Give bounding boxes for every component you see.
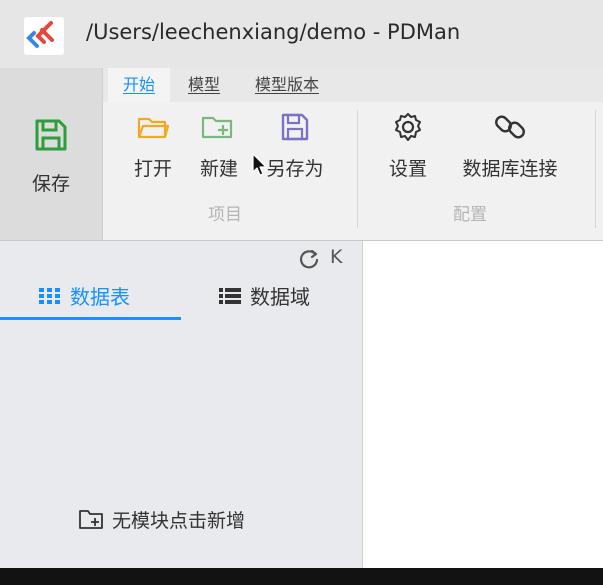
- settings-button[interactable]: 设置: [383, 110, 433, 181]
- refresh-icon[interactable]: [298, 248, 320, 270]
- grid-icon: [39, 288, 60, 304]
- open-label: 打开: [133, 158, 172, 180]
- ribbon: 保存 打开 新建 另存为 设置 数据库连接 项目 配置: [0, 68, 603, 241]
- save-label: 保存: [31, 173, 70, 195]
- open-button[interactable]: 打开: [128, 110, 178, 181]
- folder-add-icon: [79, 510, 103, 529]
- left-panel: K 数据表 数据域 无模块点击新增: [0, 241, 363, 568]
- database-connection-label: 数据库连接: [462, 158, 558, 180]
- gear-icon: [395, 113, 421, 141]
- tab-data-domains-label: 数据域: [250, 285, 310, 309]
- list-icon: [219, 288, 241, 304]
- new-button[interactable]: 新建: [194, 110, 244, 181]
- add-module-hint[interactable]: 无模块点击新增: [78, 506, 245, 533]
- link-icon: [495, 115, 525, 139]
- new-label: 新建: [199, 158, 238, 180]
- title-bar: /Users/leechenxiang/demo - PDMan: [0, 0, 603, 69]
- ribbon-tab-strip: 开始 模型 模型版本: [102, 68, 603, 102]
- save-as-label: 另存为: [266, 158, 324, 180]
- ribbon-divider: [357, 110, 358, 228]
- tab-data-domains[interactable]: 数据域: [218, 281, 310, 317]
- tab-model[interactable]: 模型: [188, 68, 220, 102]
- mouse-pointer-icon: [252, 153, 267, 176]
- folder-open-icon: [137, 117, 170, 139]
- settings-label: 设置: [388, 158, 427, 180]
- tab-start[interactable]: 开始: [108, 68, 170, 102]
- database-connection-button[interactable]: 数据库连接: [450, 110, 570, 181]
- window-title: /Users/leechenxiang/demo - PDMan: [86, 20, 461, 44]
- tab-model-label: 模型: [188, 75, 221, 94]
- main-workspace: [363, 241, 603, 568]
- active-tab-indicator: [0, 317, 181, 320]
- save-icon: [35, 119, 67, 151]
- project-group-label: 项目: [208, 205, 242, 225]
- tab-data-tables-label: 数据表: [70, 285, 130, 309]
- config-group-label: 配置: [453, 205, 487, 225]
- folder-add-icon: [201, 116, 233, 139]
- tab-start-label: 开始: [122, 75, 155, 94]
- app-window: /Users/leechenxiang/demo - PDMan 开始 模型 模…: [0, 0, 603, 568]
- tab-data-tables[interactable]: 数据表: [38, 281, 130, 317]
- save-as-button[interactable]: 另存为: [258, 110, 332, 181]
- tab-model-version-label: 模型版本: [255, 75, 320, 94]
- save-button[interactable]: 保存: [0, 68, 103, 240]
- pdman-logo-icon: [24, 17, 64, 55]
- collapse-icon[interactable]: K: [330, 246, 342, 268]
- add-module-hint-text: 无模块点击新增: [112, 510, 246, 532]
- save-as-icon: [281, 113, 309, 141]
- tab-model-version[interactable]: 模型版本: [255, 68, 319, 102]
- ribbon-divider: [595, 110, 596, 228]
